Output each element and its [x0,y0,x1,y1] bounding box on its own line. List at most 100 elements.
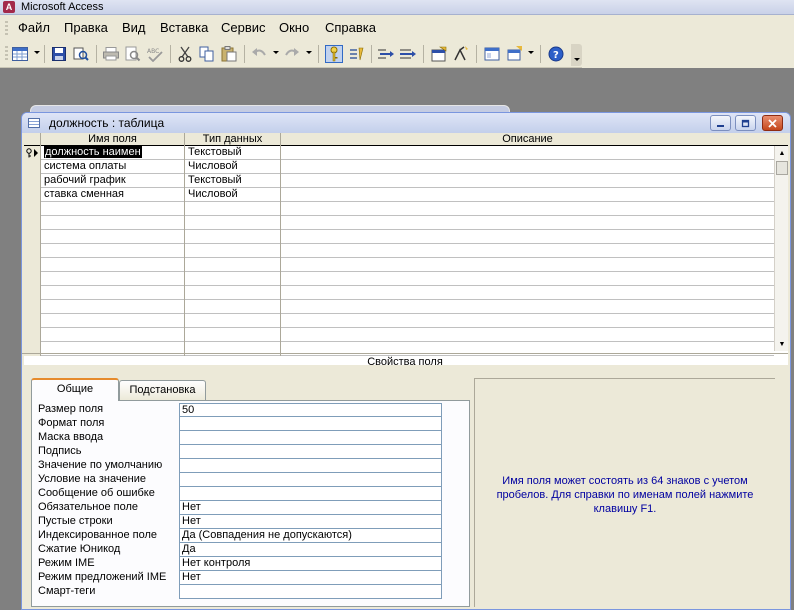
minimize-button[interactable] [710,115,731,131]
row-selector[interactable] [24,174,41,188]
tab-general[interactable]: Общие [31,378,119,401]
field-name-cell[interactable] [41,244,185,258]
data-type-cell[interactable] [185,272,281,286]
table-row[interactable] [24,286,774,300]
table-row[interactable] [24,300,774,314]
property-value-field[interactable]: Нет контроля [179,557,442,571]
property-label[interactable]: Пустые строки [36,515,179,529]
print-icon[interactable] [102,45,120,63]
field-name-cell[interactable]: система оплаты [41,160,185,174]
row-selector[interactable] [24,258,41,272]
field-name-cell[interactable] [41,216,185,230]
property-label[interactable]: Подпись [36,445,179,459]
menu-insert[interactable]: Вставка [158,20,210,36]
data-type-cell[interactable] [185,216,281,230]
grid-scrollbar[interactable]: ▲ ▼ [774,146,788,351]
search-db-icon[interactable] [72,45,90,63]
delete-rows-icon[interactable] [399,45,417,63]
property-value-field[interactable]: Нет [179,515,442,529]
row-selector[interactable] [24,188,41,202]
row-selector[interactable] [24,328,41,342]
table-window-titlebar[interactable]: должность : таблица [22,113,790,133]
field-name-cell[interactable] [41,258,185,272]
toolbar-overflow-icon[interactable] [571,44,582,66]
property-value-field[interactable]: 50 [179,403,442,417]
row-selector[interactable] [24,216,41,230]
description-cell[interactable] [281,188,774,202]
property-value-field[interactable] [179,585,442,599]
description-cell[interactable] [281,160,774,174]
table-row[interactable]: система оплаты Числовой [24,160,774,174]
description-cell[interactable] [281,286,774,300]
row-selector[interactable] [24,272,41,286]
table-row[interactable] [24,328,774,342]
scroll-up-icon[interactable]: ▲ [775,146,789,160]
paste-icon[interactable] [220,45,238,63]
data-type-cell[interactable] [185,202,281,216]
data-type-cell[interactable] [185,300,281,314]
table-row[interactable] [24,272,774,286]
new-object-icon[interactable] [505,45,523,63]
view-dropdown-icon[interactable] [34,51,40,54]
property-value-field[interactable] [179,445,442,459]
restore-button[interactable] [735,115,756,131]
property-value-field[interactable]: Нет [179,571,442,585]
view-icon[interactable] [11,45,29,63]
row-selector[interactable] [24,300,41,314]
table-row[interactable] [24,202,774,216]
property-label[interactable]: Режим IME [36,557,179,571]
print-preview-icon[interactable] [124,45,142,63]
save-icon[interactable] [50,45,68,63]
insert-rows-icon[interactable] [377,45,395,63]
field-name-cell[interactable] [41,286,185,300]
field-name-cell[interactable]: ставка сменная [41,188,185,202]
scroll-thumb[interactable] [776,161,788,175]
menubar-grip[interactable] [5,21,8,35]
undo-icon[interactable] [250,45,268,63]
redo-icon[interactable] [283,45,301,63]
property-label[interactable]: Размер поля [36,403,179,417]
row-selector[interactable] [24,160,41,174]
menu-file[interactable]: Файл [16,20,52,36]
field-name-cell[interactable] [41,230,185,244]
description-cell[interactable] [281,328,774,342]
property-value-field[interactable] [179,431,442,445]
column-header-description[interactable]: Описание [281,133,774,146]
field-name-cell[interactable] [41,300,185,314]
grid-corner[interactable] [24,133,41,146]
property-label[interactable]: Сжатие Юникод [36,543,179,557]
field-name-cell[interactable] [41,272,185,286]
table-row[interactable]: рабочий график Текстовый [24,174,774,188]
menu-view[interactable]: Вид [120,20,148,36]
property-label[interactable]: Сообщение об ошибке [36,487,179,501]
property-label[interactable]: Смарт-теги [36,585,179,599]
property-label[interactable]: Режим предложений IME [36,571,179,585]
menu-tools[interactable]: Сервис [219,20,268,36]
new-object-dropdown-icon[interactable] [528,51,534,54]
data-type-cell[interactable] [185,286,281,300]
property-label[interactable]: Индексированное поле [36,529,179,543]
menu-window[interactable]: Окно [277,20,311,36]
redo-dropdown-icon[interactable] [306,51,312,54]
data-type-cell[interactable] [185,328,281,342]
menu-help[interactable]: Справка [323,20,378,36]
description-cell[interactable] [281,244,774,258]
field-name-cell[interactable] [41,314,185,328]
spelling-icon[interactable]: ABC [146,45,164,63]
data-type-cell[interactable]: Числовой [185,188,281,202]
row-selector[interactable] [24,146,41,160]
field-name-cell[interactable]: рабочий график [41,174,185,188]
property-value-field[interactable]: Нет [179,501,442,515]
primary-key-icon[interactable] [325,45,343,63]
menu-edit[interactable]: Правка [62,20,110,36]
property-label[interactable]: Формат поля [36,417,179,431]
close-button[interactable] [762,115,783,131]
data-type-cell[interactable]: Текстовый [185,146,281,160]
access-app-icon[interactable]: A [3,1,15,13]
database-window-icon[interactable] [483,45,501,63]
table-row[interactable] [24,314,774,328]
row-selector[interactable] [24,314,41,328]
property-label[interactable]: Обязательное поле [36,501,179,515]
data-type-cell[interactable] [185,314,281,328]
table-row[interactable]: должность наимен Текстовый [24,146,774,160]
